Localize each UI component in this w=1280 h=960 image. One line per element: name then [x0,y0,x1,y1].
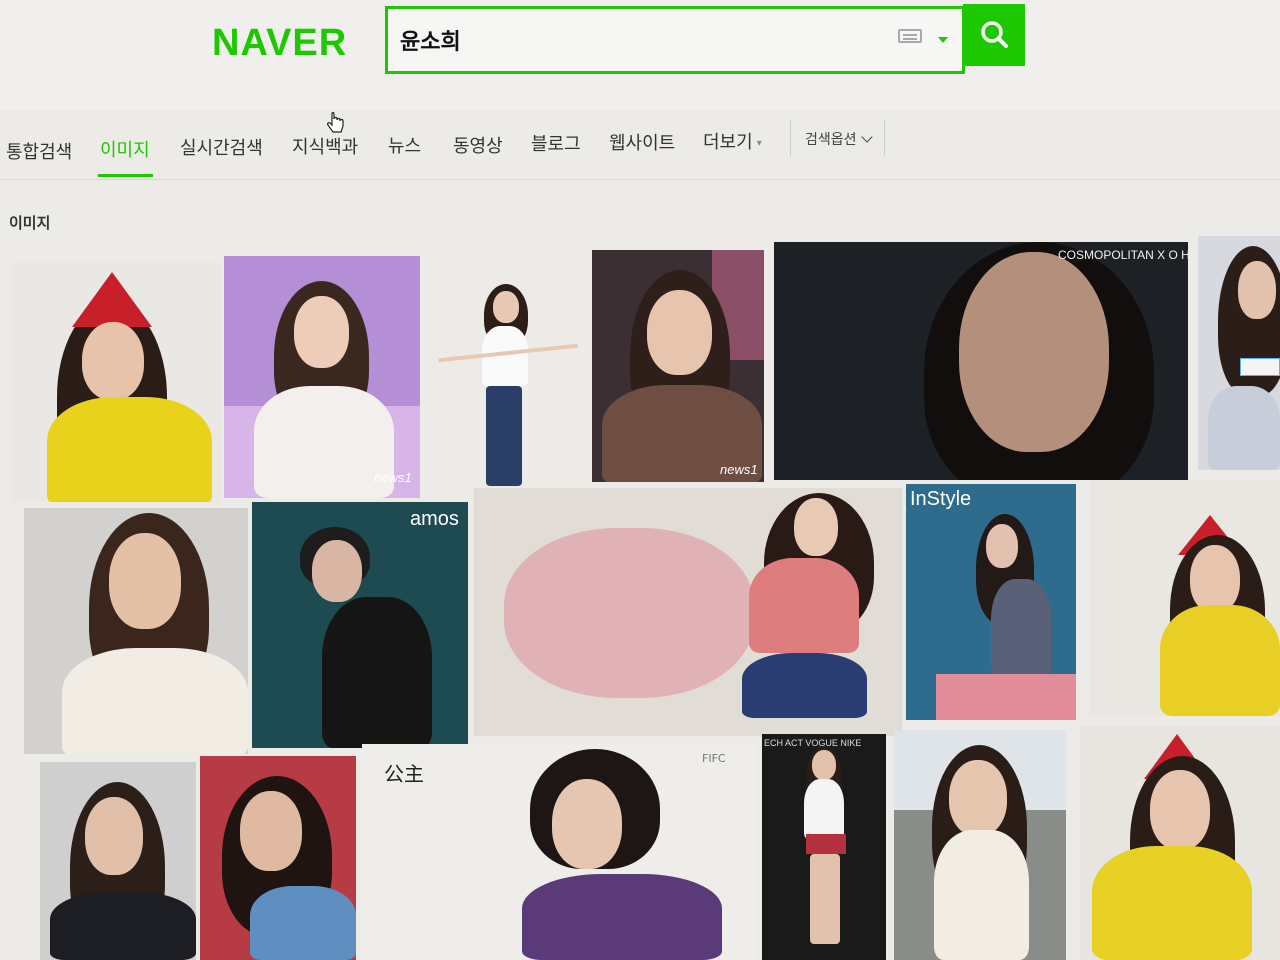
image-calligraphy: 公主 [384,762,424,786]
image-result[interactable]: COSMOPOLITAN X O HUI [774,242,1188,480]
header: NAVER [0,0,1280,110]
search-input[interactable] [400,25,880,55]
tab-more[interactable]: 더보기 ▾ [703,128,762,154]
image-watermark: COSMOPOLITAN X O HUI [1058,248,1188,262]
search-button[interactable] [963,4,1025,66]
image-result[interactable]: news1 [592,250,764,482]
search-options-label: 검색옵션 [805,132,857,148]
image-result[interactable] [894,730,1066,960]
image-result[interactable] [1090,480,1280,716]
image-result[interactable] [24,508,248,754]
caret-down-icon: ▾ [756,137,762,149]
image-watermark: news1 [374,470,412,485]
image-result[interactable]: ECH ACT VOGUE NIKE [762,734,886,960]
search-tabs: 통합검색 이미지 실시간검색 지식백과 뉴스 동영상 블로그 웹사이트 더보기 ▾… [0,118,1280,180]
tab-blog[interactable]: 블로그 [531,130,581,156]
image-brand-text: InStyle [910,488,972,510]
image-result[interactable]: 公主 FIFC [362,744,756,960]
image-result[interactable] [12,262,222,502]
hand-cursor-icon [327,112,344,133]
active-tab-indicator [98,174,153,177]
image-watermark: news1 [720,462,758,477]
image-result[interactable] [1198,236,1280,470]
image-result[interactable] [200,756,356,960]
tab-encyclopedia[interactable]: 지식백과 [292,133,358,159]
tab-integrated[interactable]: 통합검색 [6,138,72,164]
search-icon [981,21,1008,48]
keyboard-icon[interactable] [898,29,922,43]
image-result[interactable] [474,488,902,736]
tab-news[interactable]: 뉴스 [388,132,421,158]
image-brand-text: amos [410,508,459,530]
tab-website[interactable]: 웹사이트 [609,129,675,155]
tab-video[interactable]: 동영상 [453,132,503,158]
chevron-down-icon [860,131,873,143]
naver-logo[interactable]: NAVER [212,22,347,65]
tab-realtime[interactable]: 실시간검색 [180,134,263,160]
image-result[interactable]: news1 [224,256,420,498]
search-box [385,6,965,74]
image-result[interactable] [420,256,592,492]
section-title: 이미지 [9,214,51,232]
tab-more-label: 더보기 [703,132,753,153]
image-result[interactable]: amos [252,502,468,748]
image-result[interactable]: InStyle [906,484,1076,720]
dropdown-arrow-icon[interactable] [938,37,948,43]
image-result[interactable] [1080,726,1280,960]
image-watermark: FIFC [702,752,726,765]
tab-images[interactable]: 이미지 [100,136,150,162]
search-options-button[interactable]: 검색옵션 [790,120,885,156]
image-result[interactable] [40,762,196,960]
